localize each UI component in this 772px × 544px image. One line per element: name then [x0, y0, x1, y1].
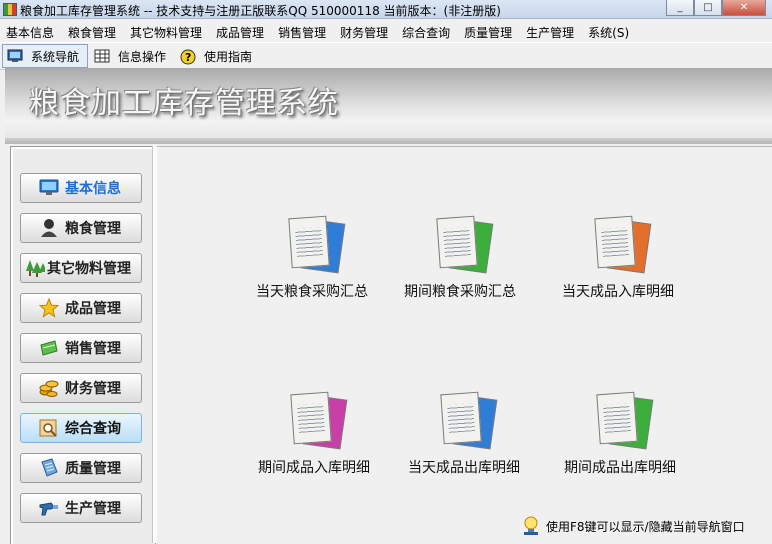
report-daily-product-inbound[interactable]: 当天成品入库明细 — [543, 211, 693, 301]
sidebar-item-label: 综合查询 — [65, 421, 121, 437]
star-icon — [39, 298, 59, 318]
menu-sales[interactable]: 销售管理 — [272, 22, 334, 42]
nav-sidebar: 基本信息 粮食管理 其它物料管理 成品管理 销售管理 财务管理 综合查询 质量管… — [10, 146, 156, 544]
report-label: 期间成品入库明细 — [258, 460, 370, 476]
document-icon — [282, 387, 348, 451]
sidebar-item-label: 成品管理 — [65, 301, 121, 317]
window-title: 粮食加工库存管理系统 -- 技术支持与注册正版联系QQ 510000118 当前… — [20, 4, 501, 18]
document-icon — [586, 211, 652, 275]
sidebar-item-grain[interactable]: 粮食管理 — [20, 213, 142, 243]
menu-products[interactable]: 成品管理 — [210, 22, 272, 42]
sidebar-item-products[interactable]: 成品管理 — [20, 293, 142, 323]
document-icon — [280, 211, 346, 275]
svg-text:?: ? — [185, 51, 191, 64]
sidebar-item-label: 粮食管理 — [65, 221, 121, 237]
person-icon — [39, 218, 59, 238]
banner-title: 粮食加工库存管理系统 — [29, 86, 339, 121]
info-operation-label: 信息操作 — [118, 49, 167, 64]
sidebar-item-sales[interactable]: 销售管理 — [20, 333, 142, 363]
content-panel: 当天粮食采购汇总 期间粮食采购汇总 当天成品入库明细 期间成品入库明细 当天成品… — [157, 146, 772, 544]
report-period-product-outbound[interactable]: 期间成品出库明细 — [545, 387, 695, 477]
menu-other-materials[interactable]: 其它物料管理 — [124, 22, 210, 42]
system-nav-label: 系统导航 — [31, 49, 80, 64]
report-label: 当天成品入库明细 — [562, 284, 674, 300]
close-button[interactable]: ✕ — [722, 0, 766, 16]
report-daily-grain-purchase[interactable]: 当天粮食采购汇总 — [237, 211, 387, 301]
sidebar-item-basic-info[interactable]: 基本信息 — [20, 173, 142, 203]
report-period-grain-purchase[interactable]: 期间粮食采购汇总 — [385, 211, 535, 301]
system-nav-button[interactable]: 系统导航 — [2, 44, 89, 68]
report-label: 当天粮食采购汇总 — [256, 284, 368, 300]
sidebar-item-finance[interactable]: 财务管理 — [20, 373, 142, 403]
report-label: 当天成品出库明细 — [408, 460, 520, 476]
toolbar: 系统导航 信息操作 ? 使用指南 — [0, 42, 772, 70]
trees-icon — [25, 258, 45, 278]
sidebar-item-quality[interactable]: 质量管理 — [20, 453, 142, 483]
banner-divider — [5, 138, 772, 144]
user-guide-button[interactable]: ? 使用指南 — [176, 45, 260, 67]
menu-quality[interactable]: 质量管理 — [458, 22, 520, 42]
sidebar-item-label: 基本信息 — [65, 181, 121, 197]
maximize-button[interactable]: □ — [694, 0, 722, 16]
monitor-icon — [7, 49, 23, 63]
menu-grain[interactable]: 粮食管理 — [62, 22, 124, 42]
document-icon — [428, 211, 494, 275]
menu-system[interactable]: 系统(S) — [582, 22, 637, 42]
app-icon — [3, 3, 17, 16]
hint-text: 使用F8键可以显示/隐藏当前导航窗口 — [546, 519, 745, 534]
sidebar-item-label: 其它物料管理 — [47, 261, 131, 277]
f8-hint: 使用F8键可以显示/隐藏当前导航窗口 — [522, 516, 745, 536]
user-guide-label: 使用指南 — [204, 49, 253, 64]
minimize-button[interactable]: _ — [666, 0, 694, 16]
sidebar-item-label: 财务管理 — [65, 381, 121, 397]
sidebar-item-production[interactable]: 生产管理 — [20, 493, 142, 523]
sidebar-item-label: 质量管理 — [65, 461, 121, 477]
menu-finance[interactable]: 财务管理 — [334, 22, 396, 42]
certificate-icon — [39, 458, 59, 478]
menu-query[interactable]: 综合查询 — [396, 22, 458, 42]
leaf-icon — [39, 338, 59, 358]
sidebar-item-label: 生产管理 — [65, 501, 121, 517]
report-label: 期间成品出库明细 — [564, 460, 676, 476]
window-controls: _ □ ✕ — [666, 0, 766, 16]
sidebar-item-label: 销售管理 — [65, 341, 121, 357]
sidebar-item-other-materials[interactable]: 其它物料管理 — [20, 253, 142, 283]
help-icon: ? — [180, 49, 196, 65]
document-icon — [588, 387, 654, 451]
lightbulb-icon — [522, 516, 540, 536]
report-period-product-inbound[interactable]: 期间成品入库明细 — [239, 387, 389, 477]
sidebar-item-query[interactable]: 综合查询 — [20, 413, 142, 443]
monitor-icon — [39, 178, 59, 198]
menu-basic-info[interactable]: 基本信息 — [0, 22, 62, 42]
report-label: 期间粮食采购汇总 — [404, 284, 516, 300]
info-operation-button[interactable]: 信息操作 — [90, 45, 174, 67]
tool-icon — [39, 498, 59, 518]
grid-icon — [94, 49, 110, 63]
banner: 粮食加工库存管理系统 — [5, 68, 772, 144]
title-bar: 粮食加工库存管理系统 -- 技术支持与注册正版联系QQ 510000118 当前… — [0, 0, 772, 19]
menu-bar: 基本信息 粮食管理 其它物料管理 成品管理 销售管理 财务管理 综合查询 质量管… — [0, 22, 772, 42]
search-doc-icon — [39, 418, 59, 438]
document-icon — [432, 387, 498, 451]
coins-icon — [39, 378, 59, 398]
menu-production[interactable]: 生产管理 — [520, 22, 582, 42]
report-daily-product-outbound[interactable]: 当天成品出库明细 — [389, 387, 539, 477]
